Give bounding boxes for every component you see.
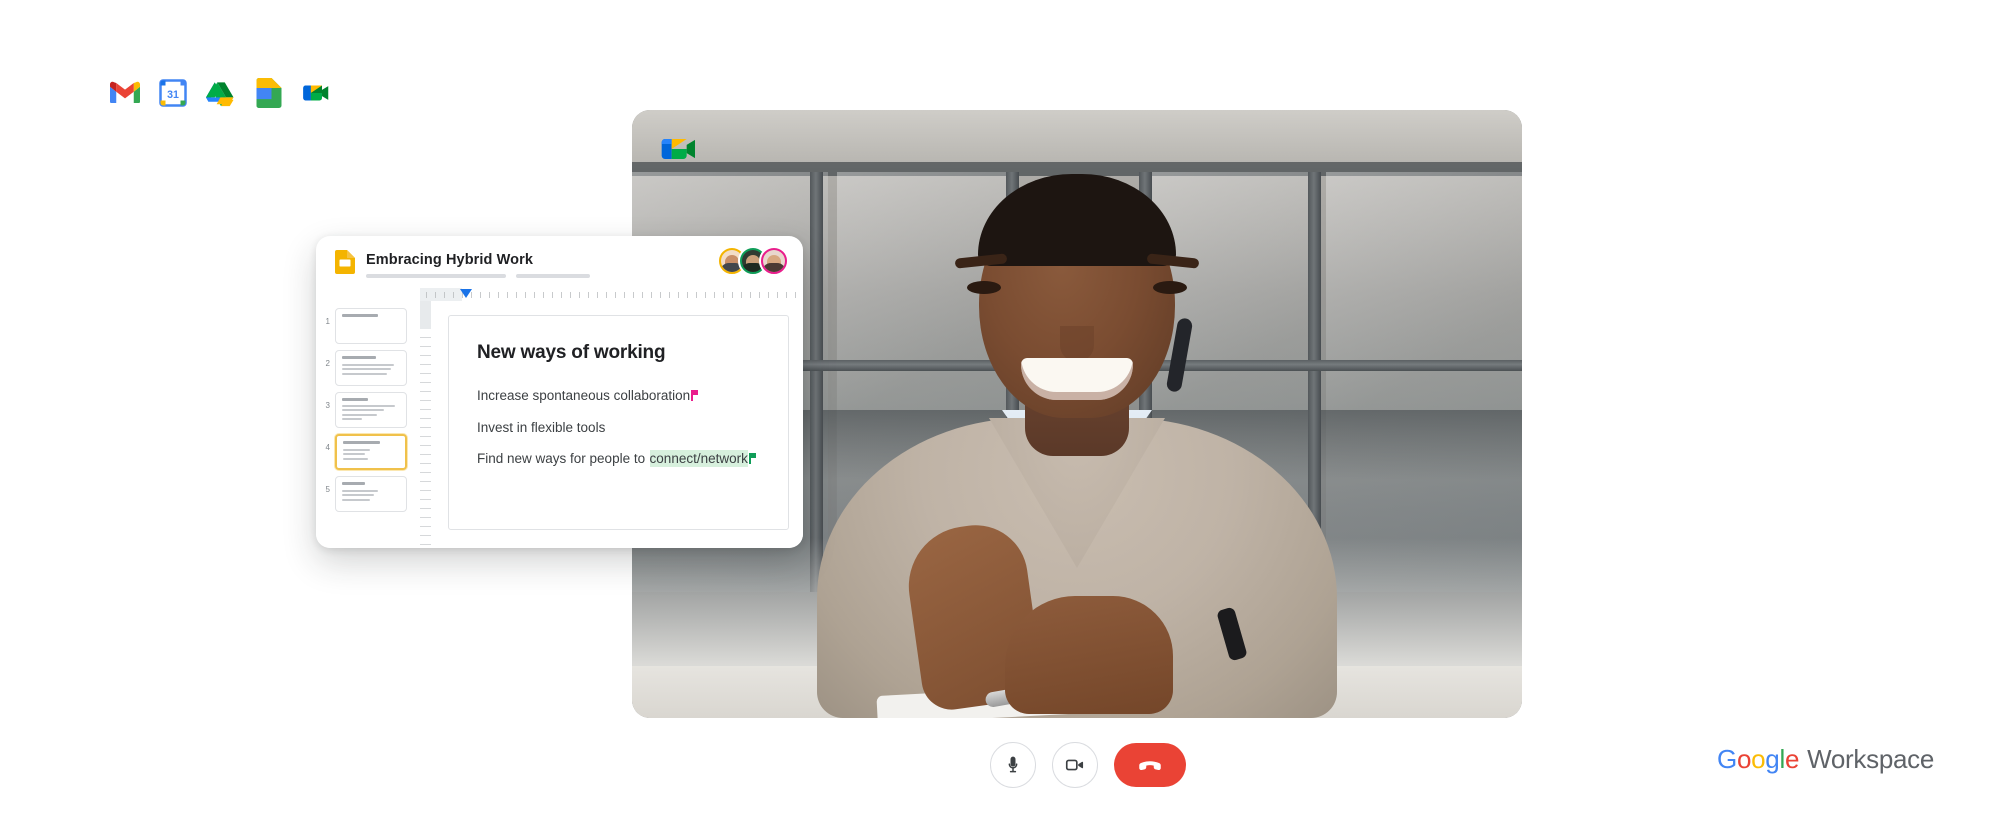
slide-bullet-2-text: Invest in flexible tools <box>477 419 606 435</box>
presenter-figure <box>817 174 1337 718</box>
slide-thumbnail[interactable] <box>335 392 407 428</box>
slide-bullet-1-text: Increase spontaneous collaboration <box>477 388 691 403</box>
slide-thumbnail[interactable] <box>335 434 407 470</box>
collaborator-avatar-3[interactable] <box>759 246 789 276</box>
horizontal-ruler[interactable] <box>420 288 803 302</box>
slide-thumbnail[interactable] <box>335 476 407 512</box>
slide-thumbnail-item[interactable]: 3 <box>316 389 420 431</box>
vertical-ruler-margin <box>420 301 431 329</box>
google-slides-window[interactable]: Embracing Hybrid Work 1 2 3 4 5 New ways… <box>316 236 803 548</box>
microphone-button[interactable] <box>990 742 1036 788</box>
slides-header: Embracing Hybrid Work <box>316 236 803 302</box>
google-workspace-logo: G o o g l e Workspace <box>1717 744 1934 775</box>
drive-icon[interactable] <box>206 78 236 108</box>
slide-number: 3 <box>325 401 330 410</box>
slide-bullet-1[interactable]: Increase spontaneous collaboration <box>477 386 699 406</box>
logo-letter-e: e <box>1784 744 1800 774</box>
meet-icon[interactable] <box>302 78 332 108</box>
google-app-icon-strip: 31 <box>110 78 332 108</box>
slide-bullet-2[interactable]: Invest in flexible tools <box>477 418 605 438</box>
camera-icon <box>1065 759 1084 771</box>
menubar-placeholder <box>366 274 506 278</box>
google-meet-logo <box>661 139 695 159</box>
logo-letter-o2: o <box>1751 744 1766 774</box>
logo-letter-o1: o <box>1736 744 1752 774</box>
slide-bullet-3[interactable]: Find new ways for people to <box>477 449 645 469</box>
slide-thumbnail-item-selected[interactable]: 4 <box>316 431 420 473</box>
slide-thumbnail[interactable] <box>335 308 407 344</box>
slide-canvas[interactable]: New ways of working Increase spontaneous… <box>448 315 789 530</box>
phone-down-icon <box>1139 761 1161 771</box>
google-slides-icon <box>335 250 355 274</box>
microphone-icon <box>1008 756 1018 773</box>
gmail-icon[interactable] <box>110 78 140 108</box>
slide-thumbnail-item[interactable]: 2 <box>316 347 420 389</box>
collaborator-cursor-green-icon <box>748 453 756 465</box>
slide-thumbnail-item[interactable]: 1 <box>316 305 420 347</box>
presenter-hand <box>1005 596 1173 714</box>
slide-bullet-4-text: connect/network <box>649 450 748 468</box>
end-call-button[interactable] <box>1114 743 1186 787</box>
collaborator-avatars <box>717 246 789 276</box>
calendar-icon[interactable]: 31 <box>158 78 188 108</box>
logo-letter-g: G <box>1717 744 1737 774</box>
slides-body: 1 2 3 4 5 New ways of working Increase s… <box>316 301 803 548</box>
slide-thumbnail-rail[interactable]: 1 2 3 4 5 <box>316 301 420 548</box>
logo-letter-g2: g <box>1765 744 1780 774</box>
docs-icon[interactable] <box>254 78 284 108</box>
slide-number: 4 <box>325 443 330 452</box>
slide-number: 2 <box>325 359 330 368</box>
slides-document-title[interactable]: Embracing Hybrid Work <box>366 252 533 268</box>
ceiling <box>632 110 1522 168</box>
slide-thumbnail[interactable] <box>335 350 407 386</box>
meet-control-bar <box>990 742 1186 788</box>
presenter-smile <box>1021 358 1133 400</box>
logo-product-name: Workspace <box>1807 744 1934 774</box>
slide-bullet-3-text: Find new ways for people to <box>477 451 646 467</box>
ruler-ticks <box>426 292 797 298</box>
slide-title[interactable]: New ways of working <box>477 342 760 364</box>
camera-button[interactable] <box>1052 742 1098 788</box>
svg-text:31: 31 <box>167 89 179 101</box>
slide-editor-pane[interactable]: New ways of working Increase spontaneous… <box>420 301 803 548</box>
collaborator-cursor-pink-icon <box>691 390 699 401</box>
slide-number: 5 <box>325 485 330 494</box>
slide-bullet-4[interactable]: connect/network <box>649 449 756 469</box>
vertical-ruler[interactable] <box>420 301 431 548</box>
indent-marker-icon[interactable] <box>460 289 472 298</box>
slide-number: 1 <box>325 317 330 326</box>
glass-pane <box>1326 172 1522 592</box>
toolbar-placeholder <box>516 274 590 278</box>
slide-thumbnail-item[interactable]: 5 <box>316 473 420 515</box>
